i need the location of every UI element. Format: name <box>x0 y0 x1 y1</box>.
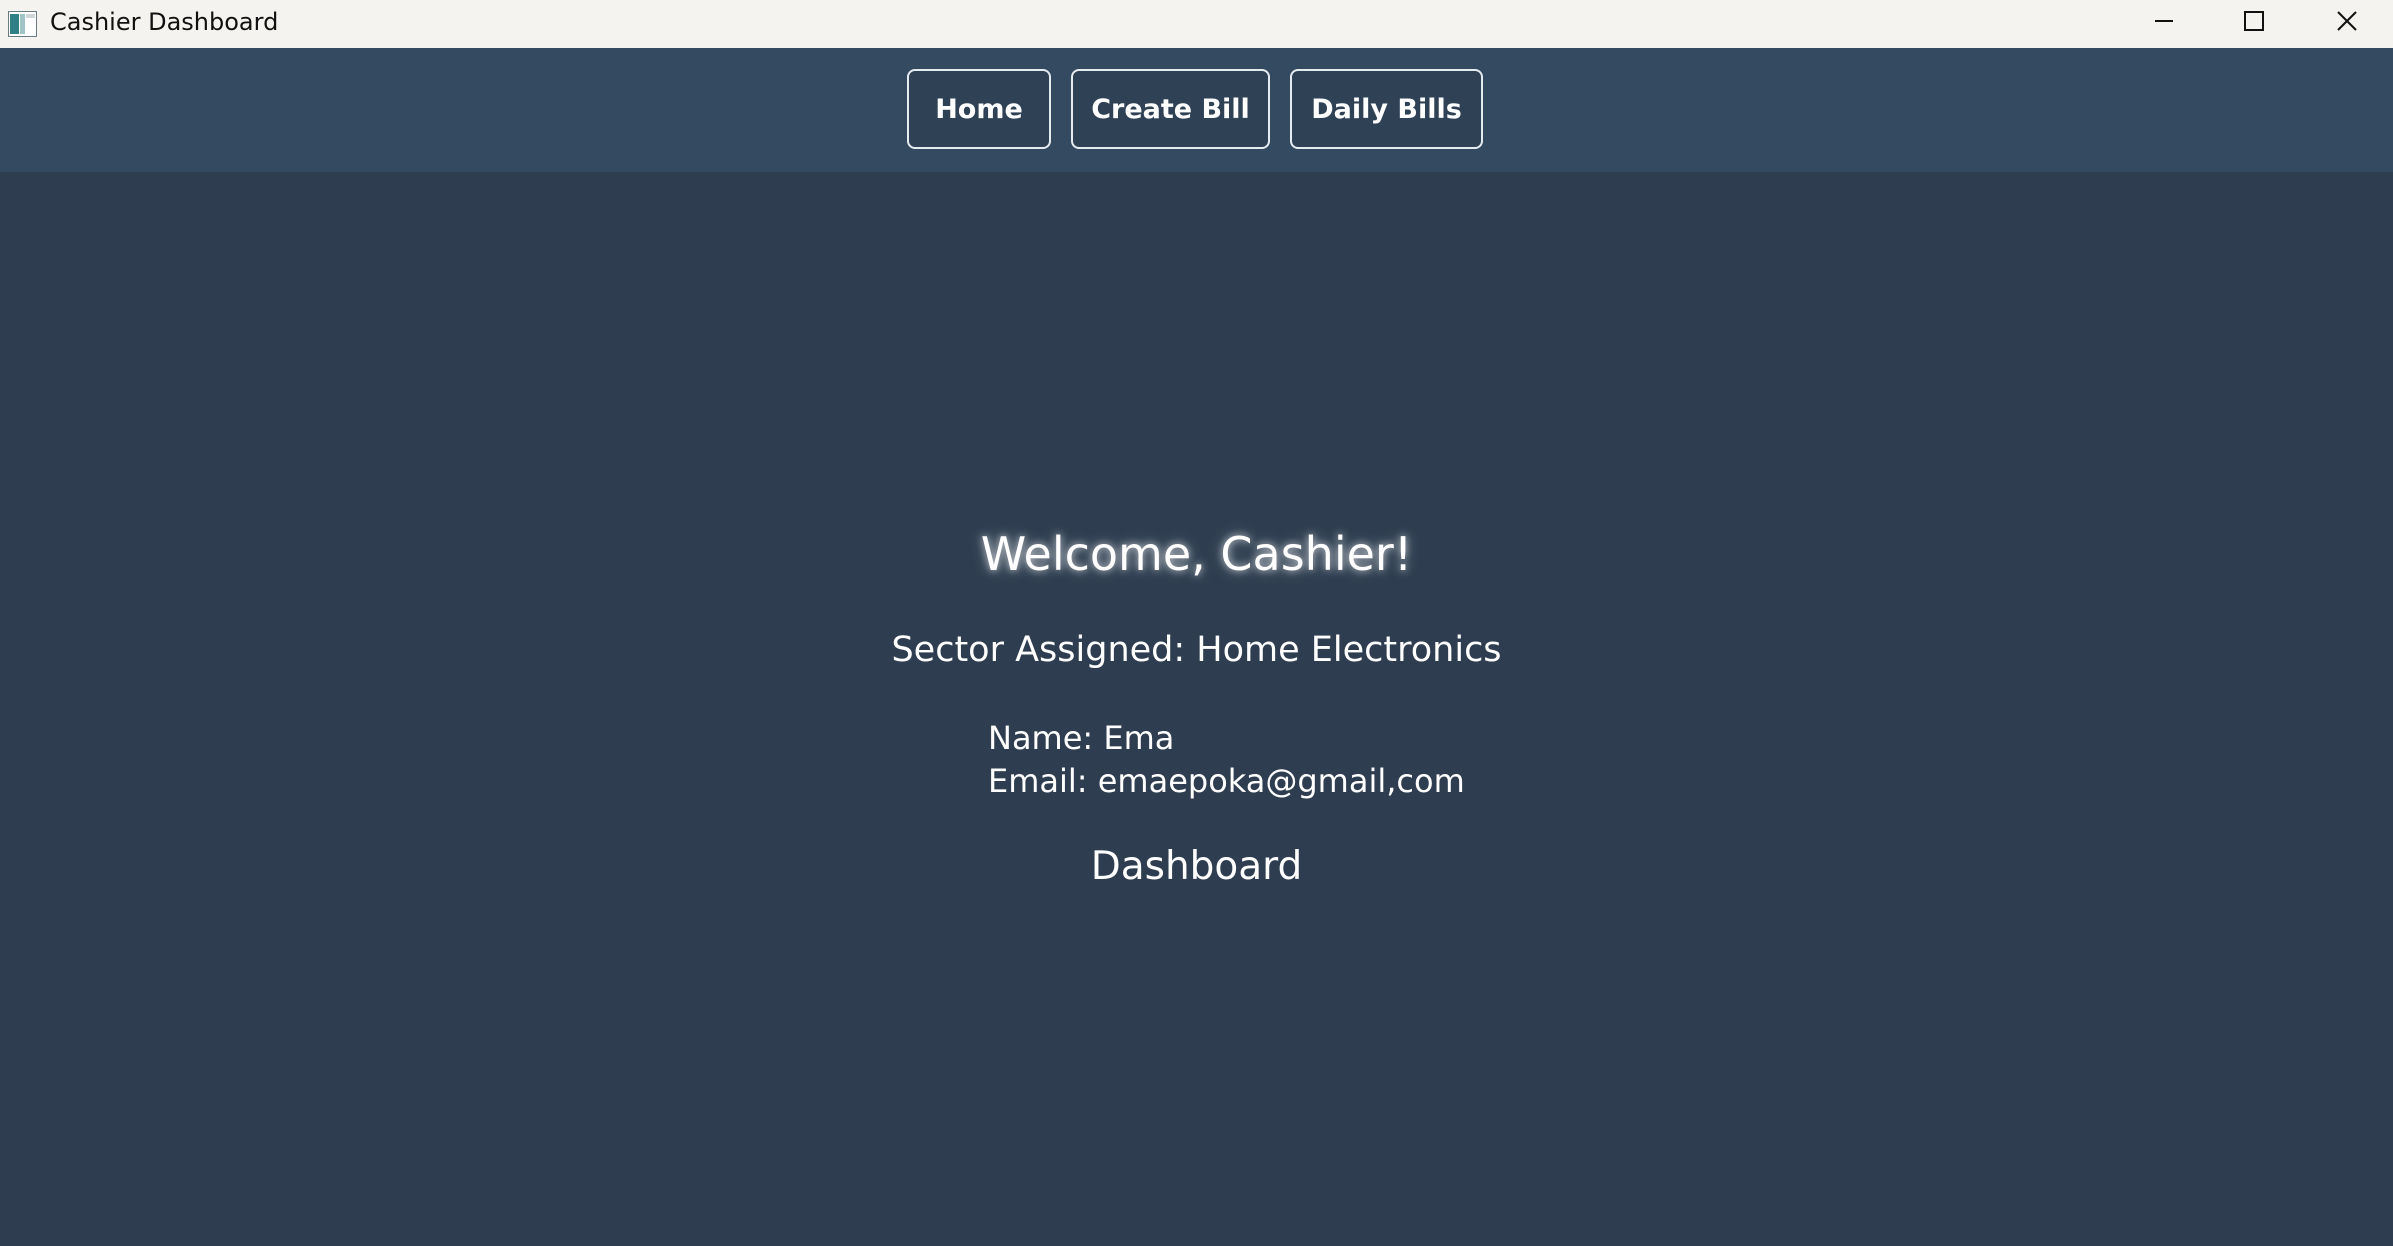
cashier-email-text: Email: emaepoka@gmail,com <box>988 762 1465 800</box>
daily-bills-button[interactable]: Daily Bills <box>1290 69 1483 149</box>
welcome-heading: Welcome, Cashier! <box>980 527 1413 581</box>
top-nav-bar: Home Create Bill Daily Bills <box>0 48 2393 172</box>
sector-assigned-text: Sector Assigned: Home Electronics <box>891 630 1502 670</box>
close-icon[interactable] <box>2302 0 2392 42</box>
cashier-name-text: Name: Ema <box>988 719 1175 757</box>
minimize-icon[interactable] <box>2119 0 2209 42</box>
window-title: Cashier Dashboard <box>50 8 279 36</box>
home-button[interactable]: Home <box>907 69 1051 149</box>
dashboard-section-title: Dashboard <box>1090 844 1303 889</box>
create-bill-button[interactable]: Create Bill <box>1071 69 1270 149</box>
app-window-icon <box>8 11 37 37</box>
window-titlebar: Cashier Dashboard <box>0 0 2393 48</box>
main-content: Welcome, Cashier! Sector Assigned: Home … <box>0 172 2393 1246</box>
maximize-icon[interactable] <box>2209 0 2299 42</box>
